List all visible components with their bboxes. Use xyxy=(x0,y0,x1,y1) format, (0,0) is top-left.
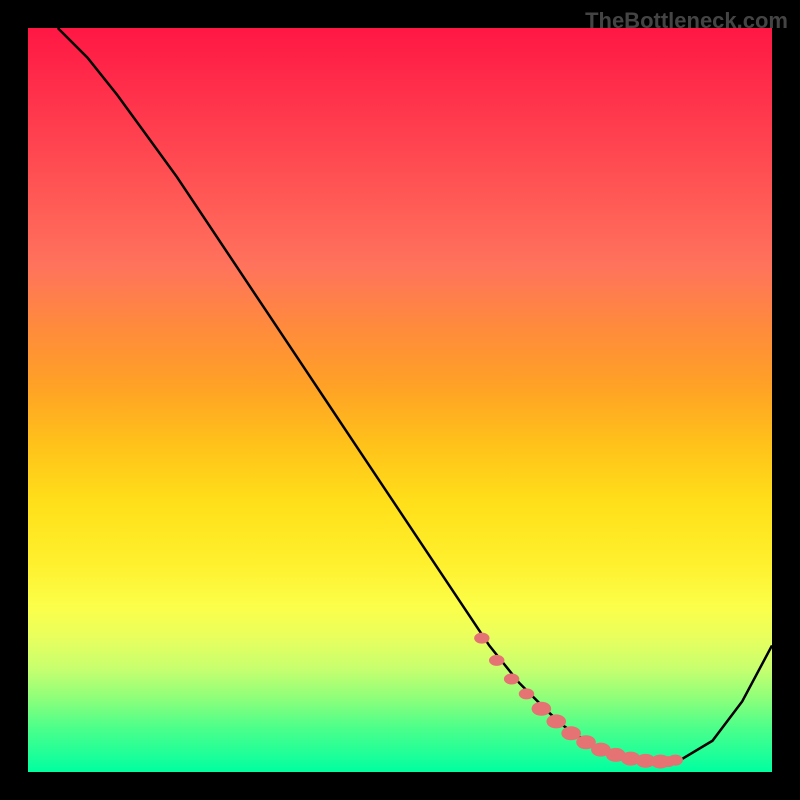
curve-line xyxy=(58,28,772,762)
marker-dot xyxy=(561,726,581,740)
chart-container: TheBottleneck.com xyxy=(0,0,800,800)
watermark-text: TheBottleneck.com xyxy=(585,8,788,34)
marker-dot xyxy=(532,702,552,716)
marker-dot xyxy=(519,688,534,699)
marker-dot xyxy=(489,655,504,666)
marker-dot xyxy=(668,755,683,766)
marker-dot xyxy=(474,633,489,644)
marker-dot xyxy=(546,714,566,728)
chart-svg xyxy=(28,28,772,772)
marker-dot xyxy=(504,674,519,685)
data-markers xyxy=(474,633,683,769)
